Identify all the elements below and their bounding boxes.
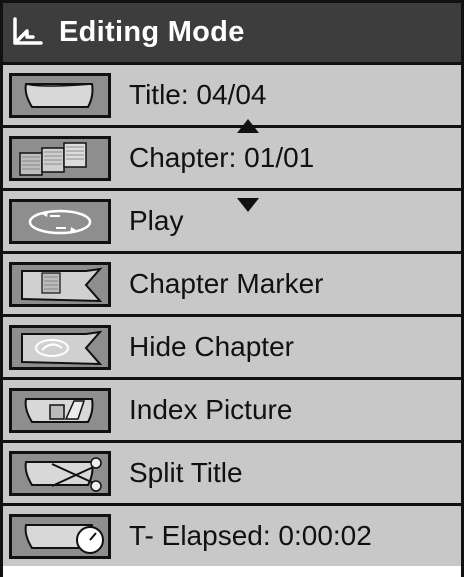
scroll-down-arrow-icon[interactable] [237, 198, 259, 212]
menu-item-label: Title: 04/04 [129, 79, 267, 110]
scroll-up-arrow-icon[interactable] [237, 119, 259, 133]
menu-item-label: Index Picture [129, 394, 293, 425]
menu-item-label: Play [129, 205, 184, 236]
menu-item-title[interactable]: Title: 04/04 [3, 62, 461, 125]
chapter-frames-icon [9, 136, 111, 181]
menu-header: Editing Mode [3, 3, 461, 62]
menu-item-label: T- Elapsed: 0:00:02 [129, 520, 372, 551]
menu-item-hide-chapter[interactable]: Hide Chapter [3, 314, 461, 377]
menu-item-chapter-marker[interactable]: Chapter Marker [3, 251, 461, 314]
menu-title: Editing Mode [59, 16, 245, 48]
menu-item-elapsed-time[interactable]: T- Elapsed: 0:00:02 [3, 503, 461, 566]
menu-item-chapter[interactable]: Chapter: 01/01 [3, 125, 461, 188]
index-picture-icon [9, 388, 111, 433]
menu-item-play[interactable]: Play [3, 188, 461, 251]
elapsed-time-icon [9, 514, 111, 559]
editing-mode-menu: Editing Mode Title: 04/04 Chapter: 01/01 [0, 0, 464, 577]
menu-item-label: Hide Chapter [129, 331, 294, 362]
title-folder-icon [9, 73, 111, 118]
editing-mode-icon [13, 17, 43, 45]
menu-item-label: Chapter Marker [129, 268, 324, 299]
menu-item-label: Chapter: 01/01 [129, 142, 315, 173]
split-title-icon [9, 451, 111, 496]
menu-item-label: Split Title [129, 457, 243, 488]
hide-chapter-icon [9, 325, 111, 370]
play-icon [9, 199, 111, 244]
menu-item-index-picture[interactable]: Index Picture [3, 377, 461, 440]
menu-item-split-title[interactable]: Split Title [3, 440, 461, 503]
chapter-marker-icon [9, 262, 111, 307]
